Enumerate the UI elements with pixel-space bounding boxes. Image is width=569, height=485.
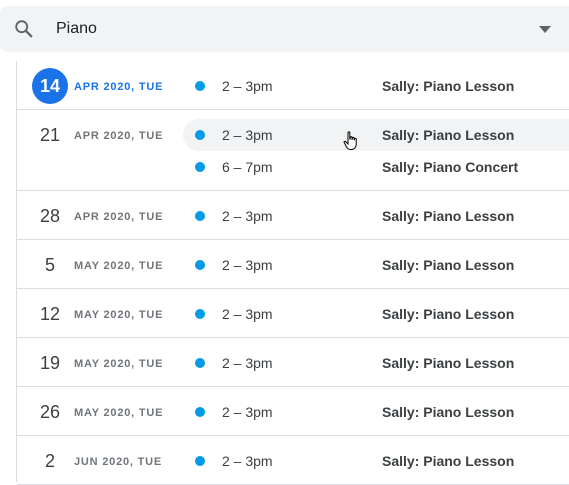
event-title: Sally: Piano Lesson [382,453,515,469]
search-bar[interactable] [0,6,569,52]
event-title: Sally: Piano Concert [382,159,519,175]
event-item[interactable]: 2 – 3pm Sally: Piano Lesson [183,70,569,102]
event-item[interactable]: 2 – 3pm Sally: Piano Lesson [183,445,569,477]
day-number[interactable]: 28 [32,198,68,234]
day-row: 12 MAY 2020, TUE 2 – 3pm Sally: Piano Lesso… [17,289,569,338]
event-item[interactable]: 2 – 3pm Sally: Piano Lesson [183,200,569,232]
event-time: 6 – 7pm [222,159,273,175]
day-meta[interactable]: MAY 2020, TUE [74,309,163,321]
event-color-dot [195,260,205,270]
day-meta[interactable]: MAY 2020, TUE [74,358,163,370]
event-time: 2 – 3pm [222,306,273,322]
event-time: 2 – 3pm [222,257,273,273]
event-color-dot [195,358,205,368]
day-number[interactable]: 2 [32,443,68,479]
event-color-dot [195,309,205,319]
event-time: 2 – 3pm [222,453,273,469]
event-time: 2 – 3pm [222,355,273,371]
search-input[interactable] [56,18,496,40]
chevron-down-icon[interactable] [539,26,551,33]
event-title: Sally: Piano Lesson [382,257,515,273]
event-item[interactable]: 2 – 3pm Sally: Piano Lesson [183,119,569,151]
event-color-dot [195,407,205,417]
event-time: 2 – 3pm [222,208,273,224]
event-title: Sally: Piano Lesson [382,306,515,322]
day-row: 19 MAY 2020, TUE 2 – 3pm Sally: Piano Lesso… [17,338,569,387]
event-title: Sally: Piano Lesson [382,78,515,94]
event-time: 2 – 3pm [222,404,273,420]
event-color-dot [195,162,205,172]
event-time: 2 – 3pm [222,127,273,143]
search-icon[interactable] [13,18,35,40]
day-number[interactable]: 5 [32,247,68,283]
day-row: 5 MAY 2020, TUE 2 – 3pm Sally: Piano Lesson [17,240,569,289]
day-meta[interactable]: APR 2020, TUE [74,211,163,223]
event-item[interactable]: 2 – 3pm Sally: Piano Lesson [183,396,569,428]
day-number[interactable]: 12 [32,296,68,332]
day-meta[interactable]: MAY 2020, TUE [74,407,163,419]
event-color-dot [195,81,205,91]
event-color-dot [195,456,205,466]
day-row: 28 APR 2020, TUE 2 – 3pm Sally: Piano Lesso… [17,191,569,240]
day-meta[interactable]: JUN 2020, TUE [74,456,162,468]
event-item[interactable]: 6 – 7pm Sally: Piano Concert [183,151,569,183]
day-number[interactable]: 26 [32,394,68,430]
day-meta[interactable]: MAY 2020, TUE [74,260,163,272]
event-title: Sally: Piano Lesson [382,404,515,420]
event-item[interactable]: 2 – 3pm Sally: Piano Lesson [183,347,569,379]
day-row: 26 MAY 2020, TUE 2 – 3pm Sally: Piano Lesso… [17,387,569,436]
day-meta[interactable]: APR 2020, TUE [74,130,163,142]
day-row: 2 JUN 2020, TUE 2 – 3pm Sally: Piano Lesson [17,436,569,485]
event-color-dot [195,211,205,221]
day-row: 14 APR 2020, TUE 2 – 3pm Sally: Piano Lesso… [17,61,569,110]
event-time: 2 – 3pm [222,78,273,94]
day-meta[interactable]: APR 2020, TUE [74,81,163,93]
search-results-list: 14 APR 2020, TUE 2 – 3pm Sally: Piano Lesso… [16,61,569,485]
hand-cursor-icon [343,131,357,150]
event-title: Sally: Piano Lesson [382,355,515,371]
event-title: Sally: Piano Lesson [382,127,515,143]
day-number[interactable]: 21 [32,117,68,153]
day-row: 21 APR 2020, TUE 2 – 3pm Sally: Piano Lesso… [17,110,569,191]
event-color-dot [195,130,205,140]
day-number[interactable]: 14 [32,68,68,104]
event-title: Sally: Piano Lesson [382,208,515,224]
event-item[interactable]: 2 – 3pm Sally: Piano Lesson [183,249,569,281]
event-item[interactable]: 2 – 3pm Sally: Piano Lesson [183,298,569,330]
day-number[interactable]: 19 [32,345,68,381]
